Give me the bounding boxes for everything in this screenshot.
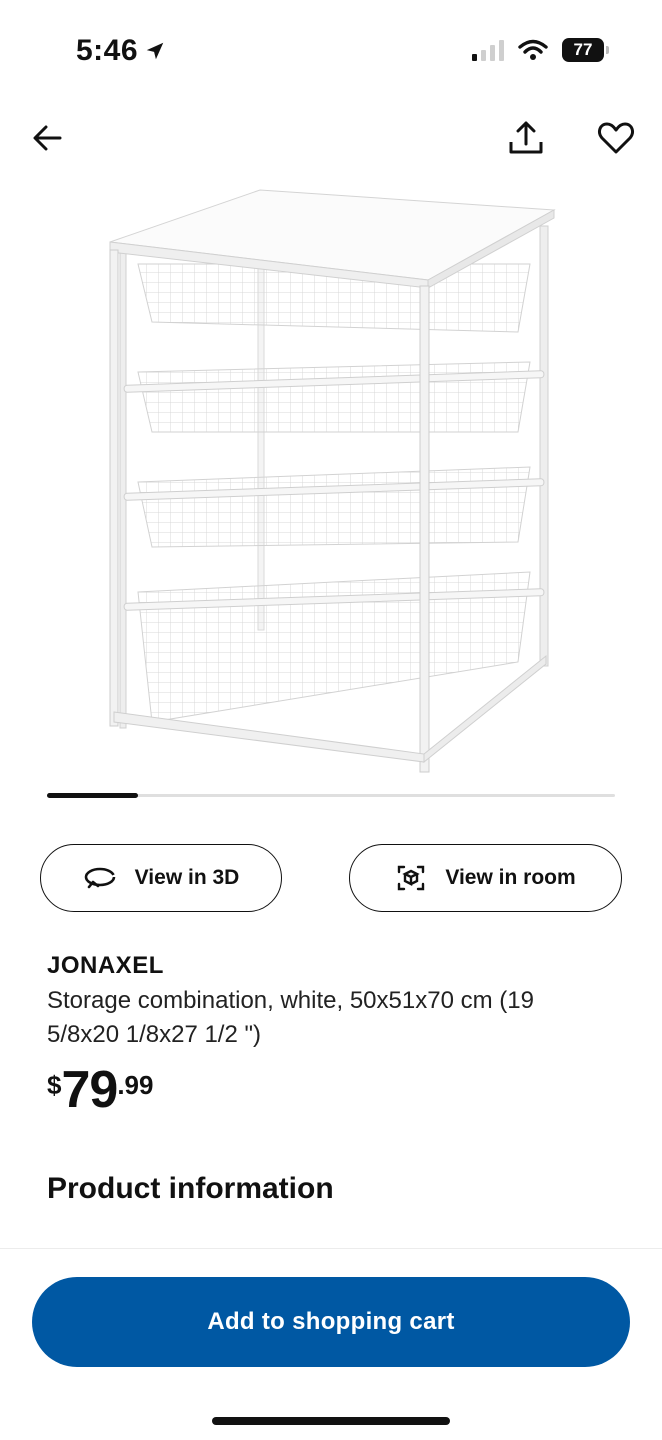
wifi-icon — [518, 39, 548, 60]
augmented-reality-icon — [398, 865, 425, 891]
price-decimal: .99 — [117, 1070, 154, 1100]
view-in-3d-button[interactable]: View in 3D — [40, 844, 282, 912]
product-name: JONAXEL — [47, 952, 164, 979]
back-arrow-icon — [33, 125, 62, 151]
favourite-button[interactable] — [596, 118, 636, 158]
home-indicator[interactable] — [212, 1417, 450, 1425]
signal-icon — [472, 40, 504, 61]
view-in-room-label: View in room — [445, 866, 576, 889]
product-price: $ 79 .99 — [47, 1062, 153, 1118]
add-to-cart-label: Add to shopping cart — [207, 1308, 455, 1335]
battery-level: 77 — [573, 40, 593, 59]
status-time-text: 5:46 — [76, 34, 139, 67]
view-in-3d-label: View in 3D — [134, 866, 240, 889]
product-information-heading[interactable]: Product information — [47, 1172, 334, 1206]
carousel-active-segment — [47, 793, 138, 798]
status-indicators: 77 — [472, 38, 609, 62]
share-button[interactable] — [506, 118, 546, 158]
price-currency: $ — [47, 1070, 62, 1100]
rotate-3d-icon — [84, 867, 115, 889]
share-icon — [509, 121, 543, 154]
product-description: Storage combination, white, 50x51x70 cm … — [47, 987, 534, 1048]
battery-icon: 77 — [562, 38, 609, 62]
heart-icon — [598, 122, 634, 154]
add-to-cart-button[interactable]: Add to shopping cart — [32, 1277, 630, 1367]
location-arrow-icon — [146, 42, 164, 60]
status-time: 5:46 — [76, 34, 166, 68]
divider — [0, 1248, 662, 1249]
price-whole: 79 — [61, 1061, 118, 1119]
storage-frame-illustration — [109, 189, 556, 773]
product-image[interactable] — [98, 182, 564, 778]
back-button[interactable] — [28, 118, 68, 158]
view-in-room-button[interactable]: View in room — [349, 844, 622, 912]
image-carousel-indicator[interactable] — [47, 793, 615, 798]
